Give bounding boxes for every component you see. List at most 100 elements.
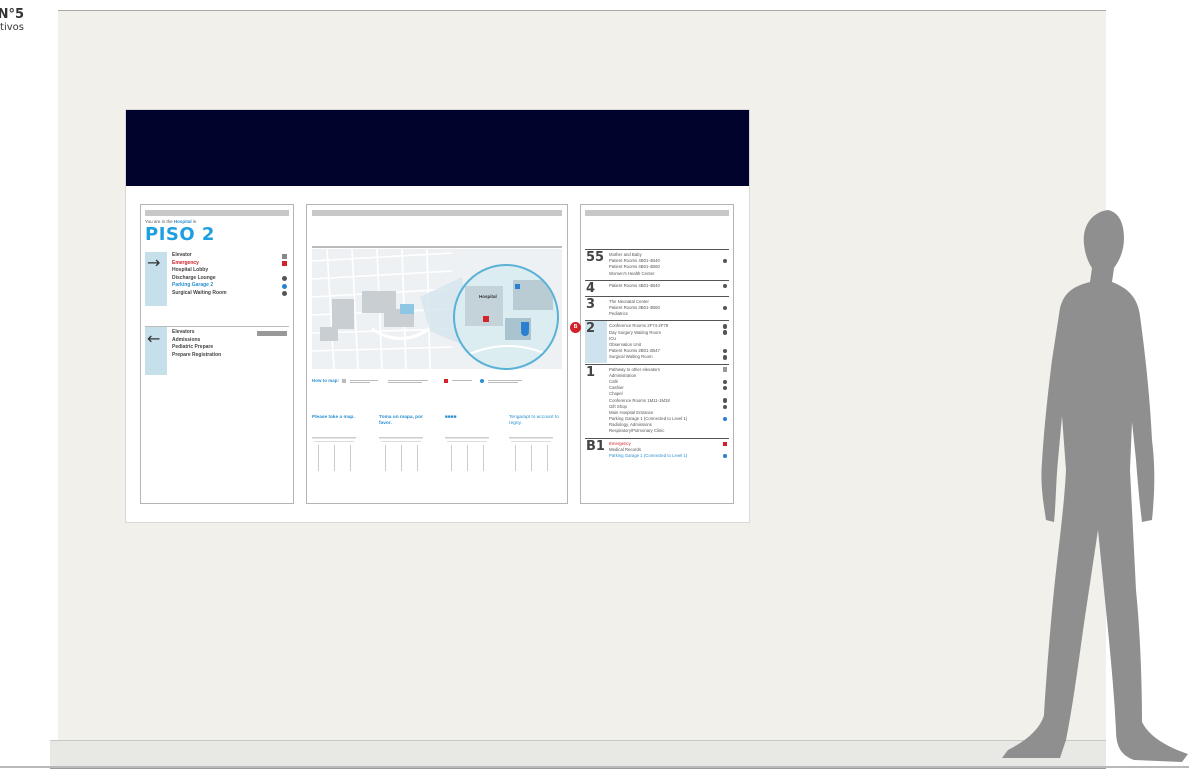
destination-label: Surgical Waiting Room <box>172 289 227 296</box>
legend-label: How to map: <box>312 378 339 383</box>
floor-destination-item: Respiratory/Pulmonary Clinic <box>609 428 729 434</box>
info-icon <box>722 379 727 385</box>
floor-destination-label: Conference Rooms 1M11-1M18 <box>609 397 670 403</box>
emergency-cross-icon <box>722 441 727 447</box>
elevator-bank-icon <box>257 330 287 336</box>
floor-number: 2 <box>586 321 596 337</box>
floor-destinations: Emergency Medical Records Parking Garage 1… <box>609 441 729 460</box>
floor-destination-item: Surgical Waiting Room <box>609 354 729 360</box>
floor-number: 3 <box>586 296 596 312</box>
floor-destination-label: Conference Rooms 2F74-2F78 <box>609 323 669 329</box>
destination-item: Elevator <box>172 252 289 260</box>
parking-icon <box>722 453 727 459</box>
destination-item: Admissions <box>172 337 289 345</box>
floor-destination-label: Patient Rooms 4B01-4B40 <box>609 258 660 264</box>
floor-destination-label: Administration <box>609 372 637 378</box>
floor-destination-label: Emergency <box>609 440 631 446</box>
floor-destination-label: Patient Rooms 2B01-2B47 <box>609 348 660 354</box>
floor-number: B1 <box>586 438 605 454</box>
floor-row: B1 Emergency Medical Records Parking Garage… <box>585 437 729 462</box>
floor-destination-item: Women's Health Center <box>609 271 729 277</box>
campus-map: Hospital <box>312 249 562 370</box>
info-icon <box>722 330 727 335</box>
info-icon <box>722 348 727 354</box>
destination-item: Hospital Lobby <box>172 267 289 275</box>
zoomed-floorplan <box>464 280 553 357</box>
map-holder-icon <box>445 437 489 471</box>
baseboard <box>50 740 1106 769</box>
floor-row: 4 Patient Rooms 4B01-4B40 <box>585 279 729 295</box>
destination-label: Admissions <box>172 336 201 343</box>
sign-header-band <box>126 110 749 186</box>
floor-destinations: Patient Rooms 4B01-4B40 <box>609 283 729 289</box>
destination-label: Discharge Lounge <box>172 274 216 281</box>
floor-destination-label: Main Hospital Entrance <box>609 409 654 415</box>
panel-top-bar <box>312 210 562 216</box>
destination-label: Hospital Lobby <box>172 267 209 274</box>
info-icon <box>722 258 727 264</box>
elevator-bank-icon <box>722 367 727 372</box>
left-destination-list: Elevators Admissions Pediatric Prepare Prep… <box>172 329 289 359</box>
info-icon <box>282 276 287 282</box>
floor-destination-label: Respiratory/Pulmonary Clinic <box>609 428 665 434</box>
floor-destination-label: Café <box>609 378 619 384</box>
elevator-icon <box>282 253 287 259</box>
floor-destination-label: Women's Health Center <box>609 270 655 276</box>
building-directory-panel: 55 Mother and Baby Patient Rooms 4B01-4B40… <box>570 204 734 504</box>
destination-label: Emergency <box>172 259 199 266</box>
floor-destination-label: Parking Garage 1 (Connected to Level 1) <box>609 453 688 459</box>
info-icon <box>722 283 727 289</box>
page-number: N°5 <box>0 7 24 22</box>
legend-icons <box>342 379 522 383</box>
floor-row: B 2 Conference Rooms 2F74-2F78 Day Surgery … <box>570 320 729 363</box>
floor-destination-label: Patient Rooms 4B01-4B40 <box>609 282 660 288</box>
destination-item: Elevators <box>172 329 289 337</box>
floor-row: 55 Mother and Baby Patient Rooms 4B01-4B40… <box>585 249 729 279</box>
page-corner-label: N°5 ativos <box>0 8 24 34</box>
floor-destination-label: Parking Garage 1 (Connected to Level 1) <box>609 416 688 422</box>
map-callout-label: Hospital <box>479 294 497 299</box>
floor-row: 1 Pathway to other elevators Administratio… <box>585 363 729 437</box>
floor-destination-item: Parking Garage 1 (Connected to Level 1) <box>609 453 729 459</box>
floor-destination-label: The Neonatal Center <box>609 298 649 304</box>
floor-destination-label: Medical Records <box>609 446 642 452</box>
destination-item: Discharge Lounge <box>172 275 289 283</box>
floor-directional-panel: You are in the Hospital in PISO 2 → Elev… <box>140 204 294 504</box>
panel-top-bar <box>145 210 289 216</box>
page-caption: ativos <box>0 22 24 33</box>
you-are-here-badge: B <box>570 322 581 334</box>
floor-destinations: Conference Rooms 2F74-2F78 Day Surgery Wa… <box>609 323 729 360</box>
floor-number: 55 <box>586 250 605 265</box>
map-divider <box>312 246 562 248</box>
floor-row: 3 The Neonatal Center Patient Rooms 3B01-3… <box>585 295 729 320</box>
floor-destinations: The Neonatal Center Patient Rooms 3B01-3B… <box>609 299 729 318</box>
floor-destination-label: Patient Rooms 3B01-3B60 <box>609 304 660 310</box>
info-icon <box>282 291 287 297</box>
map-panel: Hospital How to map: Please take a map. T… <box>306 204 568 504</box>
floor-destinations: Mother and Baby Patient Rooms 4B01-4B40 Pa… <box>609 252 729 277</box>
emergency-cross-icon <box>282 261 287 267</box>
info-icon <box>722 324 727 329</box>
floor-number: 1 <box>586 364 596 380</box>
destination-item: Pediatric Prepare <box>172 344 289 352</box>
destination-item: Prepare Registration <box>172 352 289 360</box>
floor-destination-label: Radiology, Admissions <box>609 422 652 428</box>
map-tip-text: Toma un mapa, por favor. <box>379 415 423 426</box>
floor-destination-label: Day Surgery Waiting Room <box>609 329 661 335</box>
floor-destinations: Pathway to other elevators Administration… <box>609 367 729 435</box>
map-tip-text: Please take a map. <box>312 415 355 420</box>
destination-label: Prepare Registration <box>172 351 222 358</box>
floor-destination-label: Mother and Baby <box>609 252 642 257</box>
floor-destination-label: Patient Rooms 4B01-4B60 <box>609 264 660 270</box>
map-zoom-callout: Hospital <box>453 264 559 370</box>
floor-destination-label: ICU <box>609 335 617 341</box>
floor-destination-label: Chapel <box>609 391 623 397</box>
info-icon <box>722 355 727 360</box>
panel-top-bar <box>585 210 729 216</box>
parking-icon <box>722 416 727 422</box>
destination-item: Emergency <box>172 260 289 268</box>
floor-destination-label: Gift Shop <box>609 403 627 409</box>
human-silhouette <box>1002 210 1188 762</box>
map-tip-text: Tenga/apt to account to regny. <box>509 415 559 426</box>
floor-destination-label: Pathway to other elevators <box>609 366 660 372</box>
